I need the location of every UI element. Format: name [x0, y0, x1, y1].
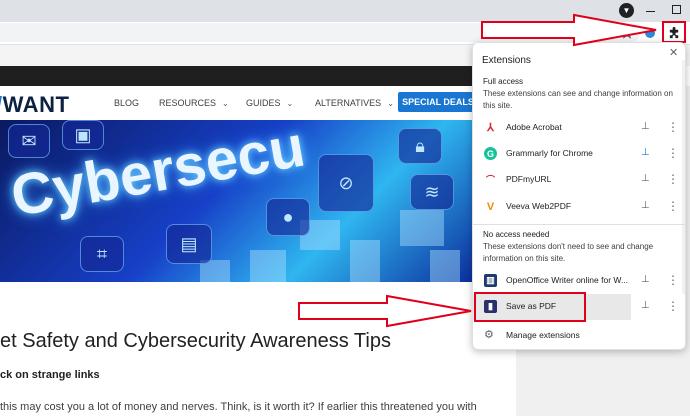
- openoffice-writer-icon: ▥: [484, 274, 497, 287]
- pinned-icon[interactable]: ⊥: [641, 147, 650, 158]
- browser-window-icon: ▣: [62, 120, 104, 150]
- more-options-icon[interactable]: ⋮: [667, 299, 679, 313]
- manage-extensions-label: Manage extensions: [506, 330, 580, 340]
- window-maximize-button[interactable]: [672, 5, 681, 14]
- no-access-heading: No access needed: [483, 230, 550, 239]
- annotation-arrow-to-save-as-pdf: [298, 294, 472, 328]
- article-body-text: this may cost you a lot of money and ner…: [0, 401, 477, 413]
- pdfmyurl-icon: ⌒: [484, 173, 497, 186]
- extension-name: PDFmyURL: [506, 174, 552, 184]
- pin-icon[interactable]: ⊥: [641, 173, 650, 184]
- article-title: et Safety and Cybersecurity Awareness Ti…: [0, 330, 391, 352]
- envelope-icon: ✉: [8, 124, 50, 158]
- manage-extensions-link[interactable]: ⚙ Manage extensions: [473, 326, 685, 344]
- extension-name: Veeva Web2PDF: [506, 201, 572, 211]
- veeva-icon: V: [484, 200, 497, 213]
- extensions-puzzle-button[interactable]: [662, 21, 686, 43]
- nav-guides[interactable]: GUIDES ⌄: [246, 98, 293, 108]
- adobe-acrobat-icon: ⅄: [484, 121, 497, 134]
- extension-name: OpenOffice Writer online for W...: [506, 275, 629, 285]
- no-access-description: These extensions don't need to see and c…: [483, 242, 654, 263]
- extension-name: Grammarly for Chrome: [506, 148, 593, 158]
- annotation-arrow-to-extensions-button: [481, 13, 657, 47]
- more-options-icon[interactable]: ⋮: [667, 146, 679, 160]
- annotation-highlight-box: [474, 292, 586, 322]
- extension-row-openoffice-writer[interactable]: ▥ OpenOffice Writer online for W... ⊥ ⋮: [473, 268, 685, 294]
- lock-icon: 🔒︎: [398, 128, 442, 164]
- network-icon: ⌗: [80, 236, 124, 272]
- chevron-down-icon: ⌄: [222, 99, 229, 108]
- section-divider: [473, 224, 685, 225]
- site-logo[interactable]: /WANT: [0, 92, 69, 118]
- extension-row-pdfmyurl[interactable]: ⌒ PDFmyURL ⊥ ⋮: [473, 167, 685, 193]
- grammarly-icon: G: [484, 147, 497, 160]
- close-icon[interactable]: ✕: [669, 46, 678, 59]
- extension-row-adobe-acrobat[interactable]: ⅄ Adobe Acrobat ⊥ ⋮: [473, 115, 685, 141]
- keyhole-icon: ●: [266, 198, 310, 236]
- full-access-description: These extensions can see and change info…: [483, 89, 673, 110]
- more-options-icon[interactable]: ⋮: [667, 172, 679, 186]
- pin-icon[interactable]: ⊥: [641, 121, 650, 132]
- extension-row-veeva[interactable]: V Veeva Web2PDF ⊥ ⋮: [473, 194, 685, 220]
- pin-icon[interactable]: ⊥: [641, 300, 650, 311]
- nav-resources[interactable]: RESOURCES ⌄: [159, 98, 229, 108]
- wifi-icon: ≋: [410, 174, 454, 210]
- extension-row-grammarly[interactable]: G Grammarly for Chrome ⊥ ⋮: [473, 141, 685, 167]
- nav-alternatives[interactable]: ALTERNATIVES ⌄: [315, 98, 394, 108]
- pin-icon[interactable]: ⊥: [641, 200, 650, 211]
- gear-icon: ⚙: [484, 329, 494, 341]
- article-subheading: ck on strange links: [0, 369, 100, 381]
- article-hero-image: ✉ ▣ 🔒︎ ≋ ⊘ ● ▤ ⌗ Cybersecu: [0, 120, 478, 282]
- nav-blog[interactable]: BLOG: [114, 98, 139, 108]
- more-options-icon[interactable]: ⋮: [667, 120, 679, 134]
- pin-icon[interactable]: ⊥: [641, 274, 650, 285]
- popup-title: Extensions: [482, 55, 531, 66]
- bug-blocked-icon: ⊘: [318, 154, 374, 212]
- extension-name: Adobe Acrobat: [506, 122, 562, 132]
- more-options-icon[interactable]: ⋮: [667, 273, 679, 287]
- folder-lock-icon: ▤: [166, 224, 212, 264]
- chevron-down-icon: ⌄: [286, 99, 294, 108]
- special-deals-button[interactable]: SPECIAL DEALS: [398, 92, 478, 112]
- site-top-bar: [0, 66, 478, 86]
- hero-word: Cybersecu: [6, 120, 310, 229]
- puzzle-icon: [669, 26, 678, 38]
- chevron-down-icon: ⌄: [387, 99, 394, 108]
- full-access-heading: Full access: [483, 77, 524, 86]
- more-options-icon[interactable]: ⋮: [667, 199, 679, 213]
